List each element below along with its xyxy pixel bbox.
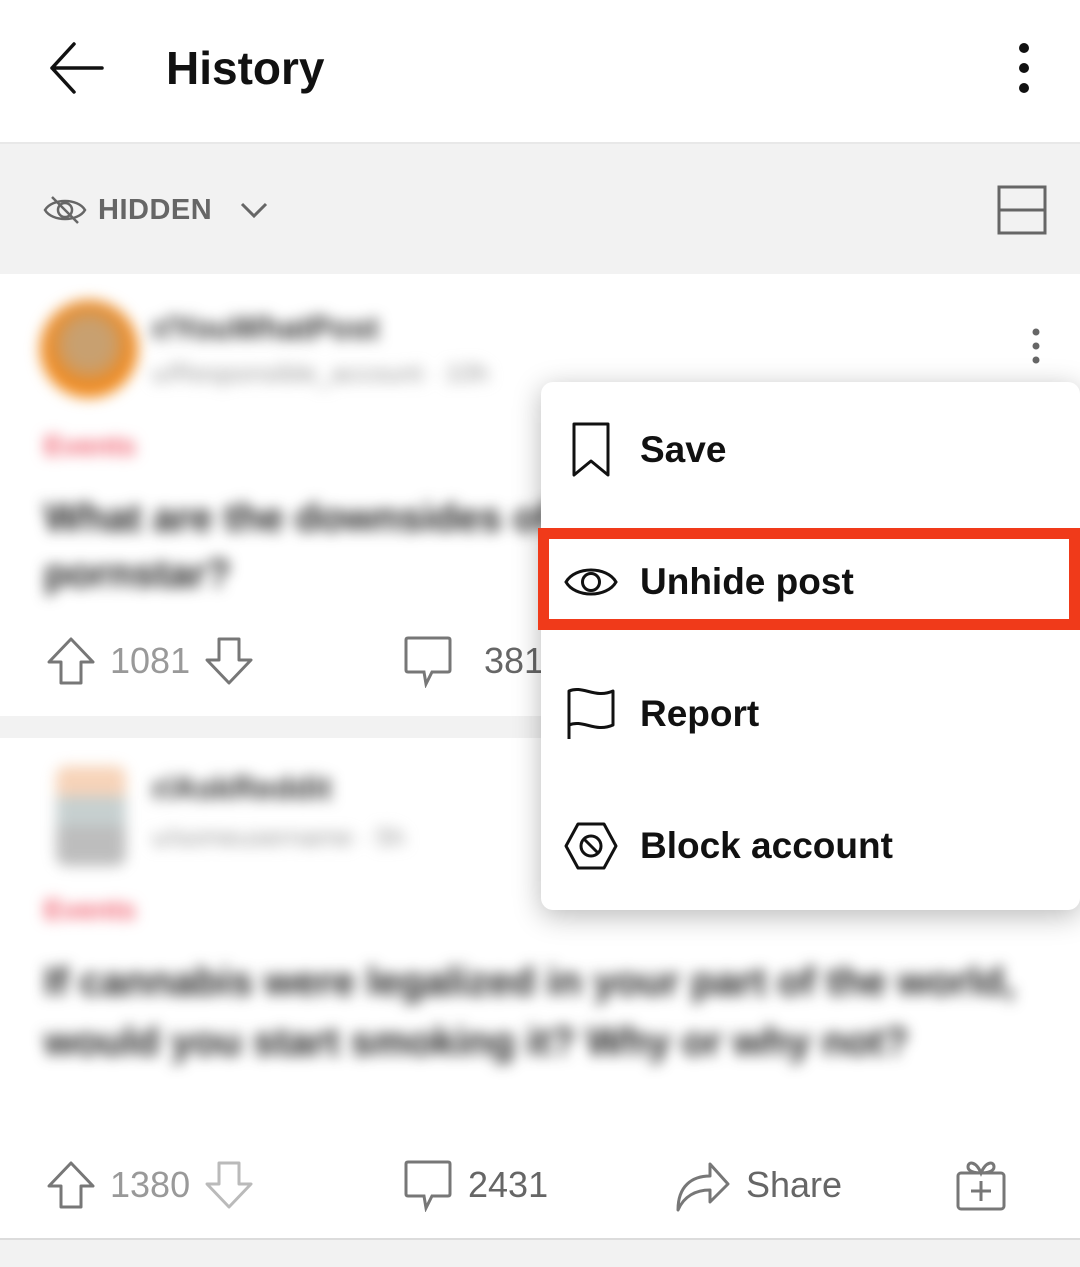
- comment-icon: [404, 1160, 452, 1212]
- menu-item-label: Block account: [640, 825, 893, 866]
- upvote-count: 1380: [110, 1164, 191, 1205]
- bookmark-icon: [563, 418, 619, 482]
- block-icon: [563, 814, 619, 878]
- comment-count: 2431: [468, 1164, 549, 1205]
- post-flair: Events: [44, 894, 136, 925]
- comment-icon: [404, 636, 452, 688]
- subreddit-name[interactable]: r/AskReddit: [152, 770, 332, 807]
- more-vertical-icon[interactable]: [1004, 40, 1044, 96]
- menu-item-report[interactable]: Report: [541, 648, 1080, 780]
- downvote-icon[interactable]: [204, 1160, 254, 1210]
- downvote-icon[interactable]: [204, 636, 254, 686]
- menu-item-save[interactable]: Save: [541, 384, 1080, 516]
- post-meta: u/Responsible_account · 10h: [152, 358, 489, 388]
- filter-bar: HIDDEN: [0, 142, 1080, 276]
- award-button[interactable]: [954, 1150, 1008, 1220]
- comments-button[interactable]: 381: [402, 626, 544, 696]
- share-button[interactable]: Share: [674, 1150, 842, 1220]
- subreddit-name[interactable]: r/YouWhatPost: [152, 310, 379, 347]
- comment-count: 381: [484, 640, 545, 681]
- share-label: Share: [746, 1164, 843, 1205]
- chevron-down-icon: [241, 202, 268, 219]
- vote-group: 1081: [46, 626, 254, 696]
- post-flair: Events: [44, 430, 136, 461]
- upvote-icon[interactable]: [46, 1160, 96, 1210]
- subreddit-avatar[interactable]: [56, 766, 126, 866]
- highlight-box: [538, 528, 1080, 630]
- post-actions: 1380 2431 Share: [0, 1150, 1080, 1220]
- post-title[interactable]: If cannabis were legalized in your part …: [44, 952, 1024, 1072]
- flag-icon: [563, 682, 619, 746]
- app-bar: History: [0, 0, 1080, 142]
- page-title: History: [166, 42, 325, 94]
- share-icon: [676, 1162, 730, 1212]
- subreddit-avatar[interactable]: [40, 300, 138, 398]
- vote-group: 1380: [46, 1150, 254, 1220]
- post-more-icon[interactable]: [1024, 326, 1048, 366]
- hidden-filter-dropdown[interactable]: HIDDEN: [42, 190, 274, 230]
- menu-item-label: Report: [640, 693, 760, 734]
- arrow-left-icon[interactable]: [44, 36, 108, 100]
- gift-icon: [956, 1161, 1006, 1211]
- menu-item-block-account[interactable]: Block account: [541, 780, 1080, 912]
- upvote-icon[interactable]: [46, 636, 96, 686]
- post-meta: u/someusername · 5h: [152, 822, 405, 852]
- upvote-count: 1081: [110, 640, 191, 681]
- divider: [0, 1238, 1080, 1240]
- card-layout-icon[interactable]: [996, 184, 1048, 236]
- filter-label: HIDDEN: [98, 193, 213, 226]
- menu-item-label: Save: [640, 429, 727, 470]
- eye-off-icon: [43, 196, 87, 224]
- post-context-menu: Save Unhide post Report Block account: [541, 382, 1080, 910]
- comments-button[interactable]: 2431: [402, 1150, 548, 1220]
